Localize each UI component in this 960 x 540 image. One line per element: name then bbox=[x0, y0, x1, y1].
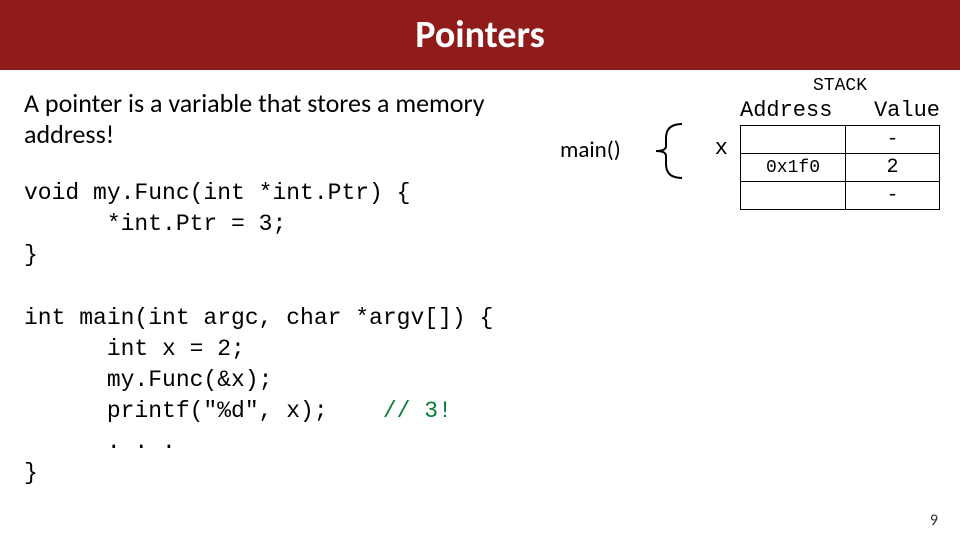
cell-address: 0x1f0 bbox=[741, 154, 846, 182]
table-row: 0x1f0 2 bbox=[741, 154, 940, 182]
code-line: int x = 2; bbox=[24, 336, 245, 362]
code-block: void my.Func(int *int.Ptr) { *int.Ptr = … bbox=[24, 178, 936, 488]
code-line: int main(int argc, char *argv[]) { bbox=[24, 305, 493, 331]
frame-label-main: main() bbox=[560, 136, 621, 164]
header-address: Address bbox=[740, 98, 845, 123]
code-line: *int.Ptr = 3; bbox=[24, 211, 286, 237]
slide: Pointers A pointer is a variable that st… bbox=[0, 0, 960, 540]
var-label-x: x bbox=[715, 136, 728, 161]
title-bar: Pointers bbox=[0, 0, 960, 70]
intro-text: A pointer is a variable that stores a me… bbox=[24, 88, 544, 150]
table-row: - bbox=[741, 126, 940, 154]
cell-value: - bbox=[846, 182, 940, 210]
code-comment: // 3! bbox=[383, 398, 452, 424]
code-line: my.Func(&x); bbox=[24, 367, 272, 393]
stack-diagram: STACK Address Value - 0x1f0 2 - bbox=[740, 76, 940, 210]
cell-value: 2 bbox=[846, 154, 940, 182]
code-line: printf("%d", x); bbox=[24, 398, 383, 424]
code-line: . . . bbox=[24, 429, 176, 455]
header-value: Value bbox=[845, 98, 940, 123]
stack-table: - 0x1f0 2 - bbox=[740, 125, 940, 210]
slide-title: Pointers bbox=[415, 12, 544, 58]
table-row: - bbox=[741, 182, 940, 210]
stack-headers: Address Value bbox=[740, 98, 940, 123]
cell-value: - bbox=[846, 126, 940, 154]
stack-title: STACK bbox=[740, 76, 940, 96]
cell-address bbox=[741, 126, 846, 154]
cell-address bbox=[741, 182, 846, 210]
page-number: 9 bbox=[930, 511, 938, 530]
code-line: } bbox=[24, 242, 38, 268]
slide-body: A pointer is a variable that stores a me… bbox=[0, 70, 960, 489]
code-line: void my.Func(int *int.Ptr) { bbox=[24, 180, 410, 206]
code-line: } bbox=[24, 460, 38, 486]
bracket-icon bbox=[640, 116, 688, 186]
